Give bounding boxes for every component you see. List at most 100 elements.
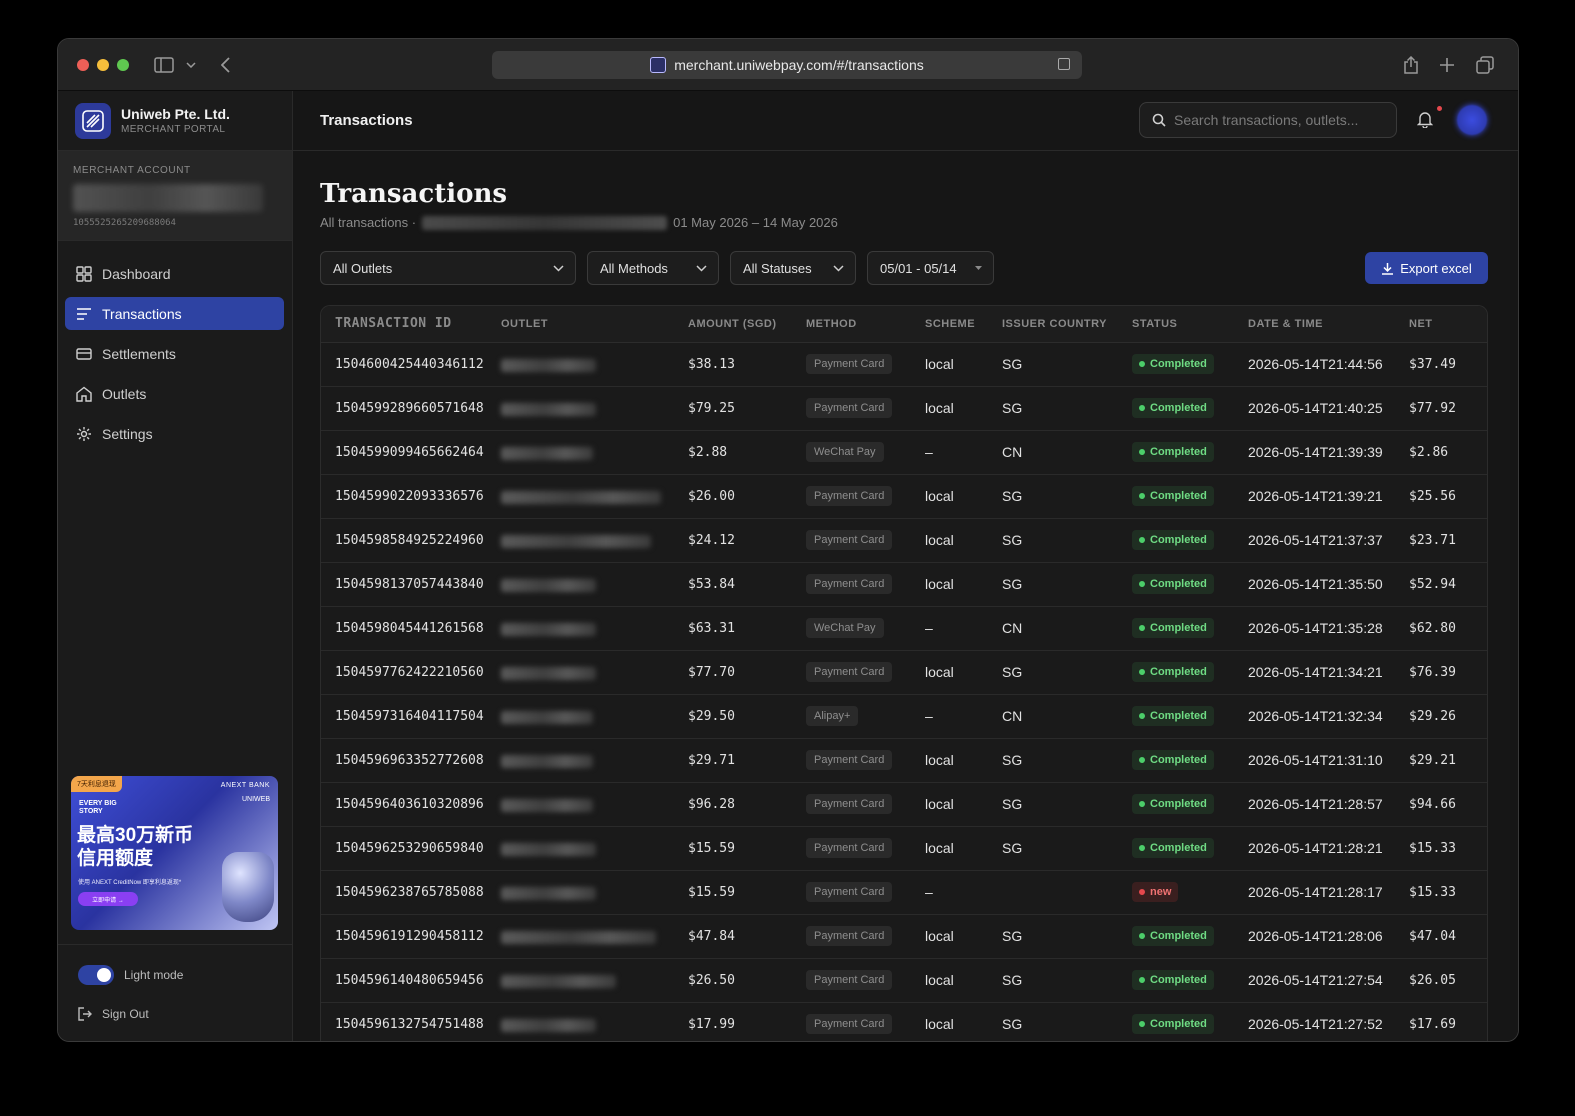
table-row[interactable]: 1504596963352772608 $29.71 Payment Card loc…	[321, 738, 1487, 783]
status-dot-icon	[1139, 977, 1145, 983]
table-row[interactable]: 1504596140480659456 $26.50 Payment Card loc…	[321, 958, 1487, 1003]
table-row[interactable]: 1504596403610320896 $96.28 Payment Card loc…	[321, 782, 1487, 827]
promo-bank-name: ANEXT BANK	[220, 782, 270, 789]
transaction-id-cell[interactable]: 1504597316404117504	[321, 694, 501, 739]
table-row[interactable]: 1504597762422210560 $77.70 Payment Card loc…	[321, 650, 1487, 695]
sign-out-button[interactable]: Sign Out	[78, 1007, 272, 1021]
transaction-id-cell[interactable]: 1504598584925224960	[321, 518, 501, 563]
promo-banner[interactable]: 7天利息退现 ANEXT BANK EVERY BIG STORY UNIWEB…	[71, 776, 278, 930]
sidebar-item-settings[interactable]: Settings	[65, 417, 284, 450]
search-box[interactable]	[1139, 102, 1397, 138]
caret-down-icon	[975, 265, 982, 270]
table-row[interactable]: 1504596238765785088 $15.59 Payment Card – ne…	[321, 870, 1487, 915]
transaction-id-cell[interactable]: 1504598045441261568	[321, 606, 501, 651]
sidebar-item-settlements[interactable]: Settlements	[65, 337, 284, 370]
share-icon[interactable]	[1402, 53, 1420, 77]
minimize-window-button[interactable]	[97, 59, 109, 71]
search-input[interactable]	[1174, 112, 1374, 128]
status-dot-icon	[1139, 845, 1145, 851]
column-header-scheme[interactable]: SCHEME	[925, 306, 1002, 343]
column-header-date-time[interactable]: DATE & TIME	[1248, 306, 1409, 343]
tab-overview-icon[interactable]	[1475, 53, 1495, 77]
sidebar-item-outlets[interactable]: Outlets	[65, 377, 284, 410]
transaction-id-cell[interactable]: 1504599099465662464	[321, 430, 501, 475]
merchant-account-card[interactable]: MERCHANT ACCOUNT 1055525265209688064	[58, 151, 292, 241]
status-label: Completed	[1150, 534, 1207, 546]
table-row[interactable]: 1504598584925224960 $24.12 Payment Card loc…	[321, 518, 1487, 563]
sidebar-item-dashboard[interactable]: Dashboard	[65, 257, 284, 290]
column-header-issuer-country[interactable]: ISSUER COUNTRY	[1002, 306, 1132, 343]
light-mode-toggle-row[interactable]: Light mode	[78, 965, 272, 985]
transaction-id-cell[interactable]: 1504596140480659456	[321, 958, 501, 1003]
table-row[interactable]: 1504599099465662464 $2.88 WeChat Pay – CN Com…	[321, 430, 1487, 475]
brand-logo-icon	[75, 102, 111, 139]
amount-cell: $77.70	[688, 650, 806, 695]
transaction-id-cell[interactable]: 1504596132754751488	[321, 1002, 501, 1041]
close-window-button[interactable]	[77, 59, 89, 71]
status-label: Completed	[1150, 578, 1207, 590]
transaction-id-cell[interactable]: 1504599022093336576	[321, 474, 501, 519]
back-arrow-icon[interactable]	[218, 53, 232, 77]
status-filter-select[interactable]: All Statuses	[730, 251, 856, 285]
table-row[interactable]: 1504599022093336576 $26.00 Payment Card loc…	[321, 474, 1487, 519]
column-header-outlet[interactable]: OUTLET	[501, 306, 688, 343]
light-mode-toggle[interactable]	[78, 965, 114, 985]
status-dot-icon	[1139, 757, 1145, 763]
transaction-id-cell[interactable]: 1504598137057443840	[321, 562, 501, 607]
column-header-transaction-id[interactable]: TRANSACTION ID	[321, 306, 501, 343]
method-filter-select[interactable]: All Methods	[587, 251, 719, 285]
address-bar[interactable]: merchant.uniwebpay.com/#/transactions	[492, 51, 1082, 79]
transaction-id-cell[interactable]: 1504596403610320896	[321, 782, 501, 827]
sidebar-item-transactions[interactable]: Transactions	[65, 297, 284, 330]
transaction-id-cell[interactable]: 1504596191290458112	[321, 914, 501, 959]
table-row[interactable]: 1504596191290458112 $47.84 Payment Card loc…	[321, 914, 1487, 959]
scheme-cell: local	[925, 562, 1002, 607]
bell-icon[interactable]	[1417, 110, 1433, 128]
datetime-cell: 2026-05-14T21:27:52	[1248, 1002, 1409, 1041]
table-row[interactable]: 1504599289660571648 $79.25 Payment Card loc…	[321, 386, 1487, 431]
transaction-id-cell[interactable]: 1504596963352772608	[321, 738, 501, 783]
net-cell: $15.33	[1409, 870, 1487, 915]
column-header-method[interactable]: METHOD	[806, 306, 925, 343]
status-badge: Completed	[1132, 706, 1214, 726]
issuer-country-cell: SG	[1002, 386, 1132, 431]
status-cell: Completed	[1132, 738, 1248, 783]
transaction-id-cell[interactable]: 1504596238765785088	[321, 870, 501, 915]
filter-bar: All Outlets All Methods All Statuses 05/…	[320, 251, 994, 285]
reader-mode-icon[interactable]	[1058, 58, 1070, 70]
amount-cell: $26.50	[688, 958, 806, 1003]
new-tab-icon[interactable]	[1438, 53, 1456, 77]
table-row[interactable]: 1504600425440346112 $38.13 Payment Card loc…	[321, 342, 1487, 387]
maximize-window-button[interactable]	[117, 59, 129, 71]
status-filter-value: All Statuses	[743, 260, 812, 276]
status-label: Completed	[1150, 446, 1207, 458]
table-row[interactable]: 1504598137057443840 $53.84 Payment Card loc…	[321, 562, 1487, 607]
transaction-id-cell[interactable]: 1504599289660571648	[321, 386, 501, 431]
transaction-id-cell[interactable]: 1504596253290659840	[321, 826, 501, 871]
column-header-amount[interactable]: AMOUNT (SGD)	[688, 306, 806, 343]
transaction-id-cell[interactable]: 1504597762422210560	[321, 650, 501, 695]
outlet-filter-select[interactable]: All Outlets	[320, 251, 576, 285]
method-cell: Payment Card	[806, 782, 925, 827]
status-label: Completed	[1150, 622, 1207, 634]
site-favicon-icon	[650, 57, 667, 73]
export-excel-button[interactable]: Export excel	[1365, 252, 1488, 284]
status-badge: Completed	[1132, 750, 1214, 770]
status-cell: Completed	[1132, 430, 1248, 475]
column-header-status[interactable]: STATUS	[1132, 306, 1248, 343]
table-row[interactable]: 1504596253290659840 $15.59 Payment Card loc…	[321, 826, 1487, 871]
promo-headline-line-2: 信用额度	[77, 848, 154, 869]
promo-apply-button[interactable]: 立即申请 →	[78, 892, 138, 906]
sidebar-toggle-icon[interactable]	[153, 53, 175, 77]
transaction-id-cell[interactable]: 1504600425440346112	[321, 342, 501, 387]
issuer-country-cell: CN	[1002, 694, 1132, 739]
status-label: Completed	[1150, 490, 1207, 502]
avatar[interactable]	[1457, 105, 1487, 135]
home-icon	[76, 386, 92, 402]
chevron-down-icon[interactable]	[185, 53, 197, 77]
table-row[interactable]: 1504598045441261568 $63.31 WeChat Pay – CN Co…	[321, 606, 1487, 651]
date-range-picker[interactable]: 05/01 - 05/14	[867, 251, 994, 285]
table-row[interactable]: 1504596132754751488 $17.99 Payment Card loc…	[321, 1002, 1487, 1041]
table-row[interactable]: 1504597316404117504 $29.50 Alipay+ – CN Compl…	[321, 694, 1487, 739]
column-header-net[interactable]: NET	[1409, 306, 1487, 343]
